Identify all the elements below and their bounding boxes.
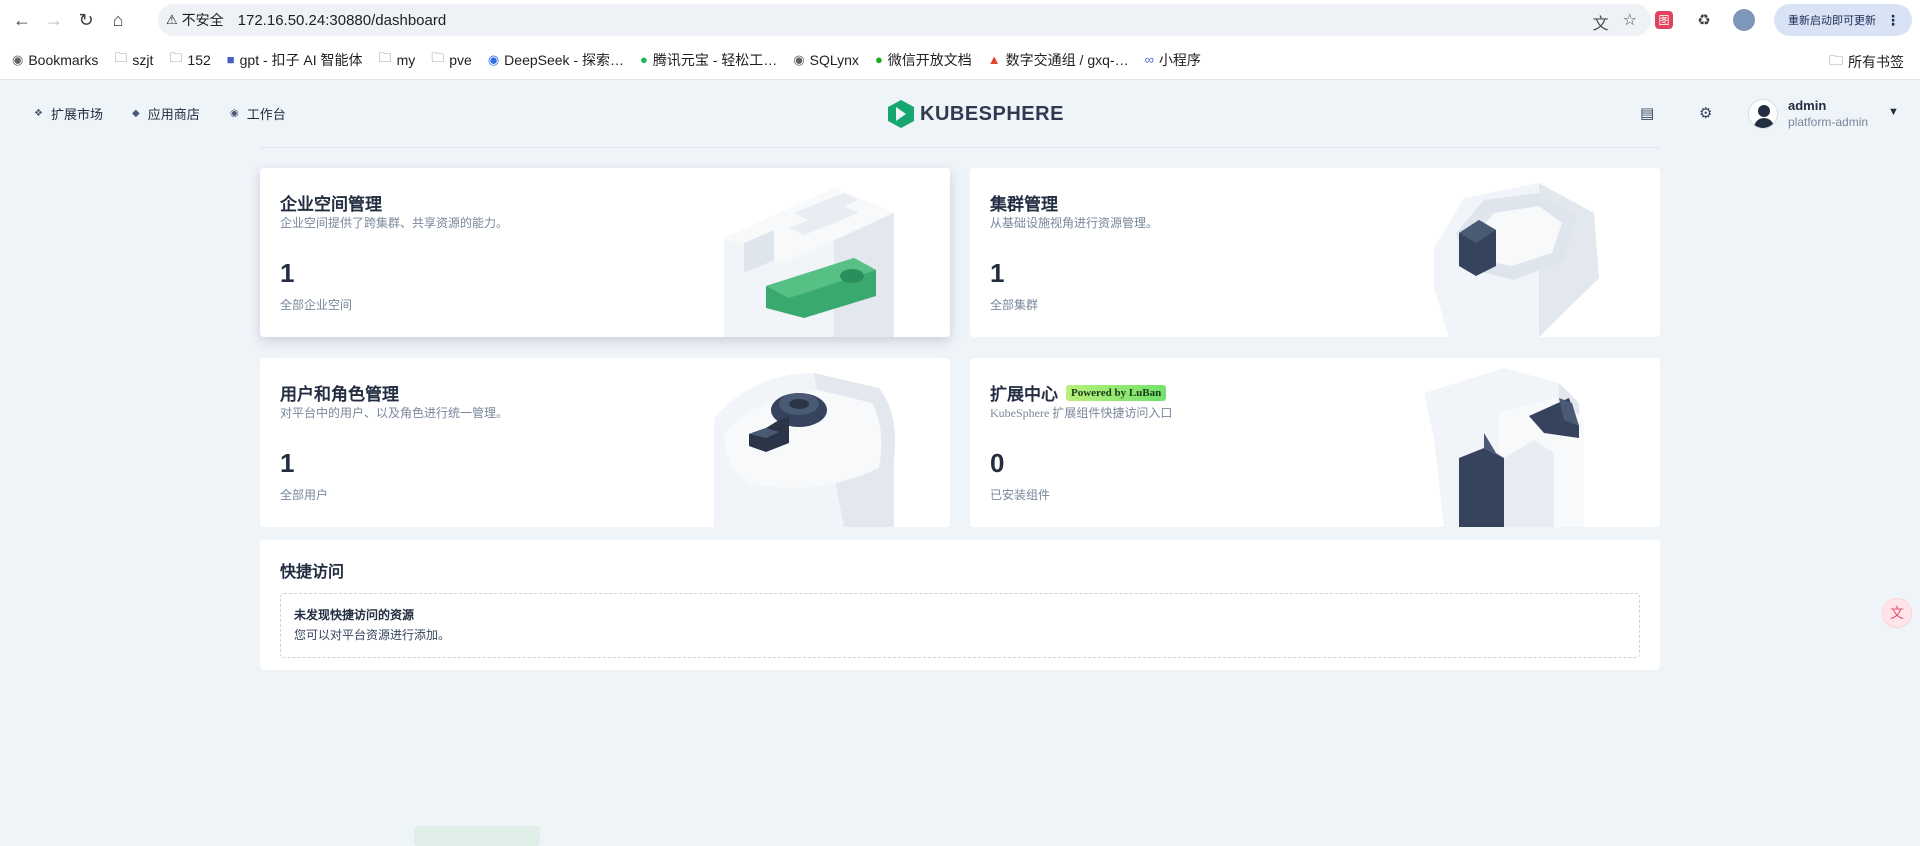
bookmark-item[interactable]: ■ gpt - 扣子 AI 智能体 <box>227 50 363 70</box>
home-icon[interactable]: ⌂ <box>104 6 132 34</box>
extensions-puzzle-icon[interactable]: ♻ <box>1692 8 1716 32</box>
workspace-management-card[interactable]: 企业空间管理 企业空间提供了跨集群、共享资源的能力。 1 全部企业空间 <box>260 168 950 337</box>
folder-icon: 🗀 <box>431 49 445 65</box>
card-description: 从基础设施视角进行资源管理。 <box>990 216 1159 230</box>
insecure-label: 不安全 <box>181 12 224 28</box>
faded-toast <box>414 826 540 846</box>
translate-icon[interactable]: 文 <box>1593 10 1609 34</box>
empty-description: 您可以对平台资源进行添加。 <box>294 628 451 642</box>
user-count: 1 <box>280 448 295 478</box>
user-menu[interactable]: admin platform-admin <box>1748 98 1868 129</box>
bookmark-folder[interactable]: 🗀 szjt <box>114 49 153 71</box>
profile-icon[interactable] <box>1732 8 1756 32</box>
bookmark-item[interactable]: ∞ 小程序 <box>1145 50 1201 70</box>
bookmark-item[interactable]: ● 微信开放文档 <box>875 50 972 70</box>
nav-workbench[interactable]: ◉ 工作台 <box>230 104 286 123</box>
nav-app-store[interactable]: ◆ 应用商店 <box>132 104 200 123</box>
address-bar[interactable]: ⚠ 不安全 172.16.50.24:30880/dashboard 文 ☆ <box>158 4 1651 36</box>
folder-icon: 🗀 <box>378 49 392 65</box>
extension-count: 0 <box>990 448 1005 478</box>
forward-icon[interactable]: → <box>40 6 68 34</box>
user-role-management-card[interactable]: 用户和角色管理 对平台中的用户、以及角色进行统一管理。 1 全部用户 <box>260 358 950 527</box>
gitlab-icon: ▲ <box>987 52 1001 67</box>
extension-red-icon[interactable]: 图 <box>1652 8 1676 32</box>
kubesphere-logo-icon <box>888 100 914 128</box>
bookmark-folder[interactable]: 🗀 152 <box>169 49 210 71</box>
all-bookmarks[interactable]: 🗀 所有书签 <box>1829 50 1904 74</box>
cluster-count: 1 <box>990 258 1005 288</box>
update-button[interactable]: 重新启动即可更新 ⋮ <box>1774 4 1912 36</box>
folder-icon: 🗀 <box>114 49 128 65</box>
bookmark-item[interactable]: ◉ DeepSeek - 探索… <box>488 50 624 70</box>
card-description: 企业空间提供了跨集群、共享资源的能力。 <box>280 216 509 230</box>
powered-by-badge: Powered by LuBan <box>1066 384 1167 401</box>
coze-icon: ■ <box>226 52 235 67</box>
empty-title: 未发现快捷访问的资源 <box>294 608 415 622</box>
card-title-row: 扩展中心 Powered by LuBan <box>990 380 1167 405</box>
globe-icon: ◉ <box>12 51 24 67</box>
app-header: ❖ 扩展市场 ◆ 应用商店 ◉ 工作台 KUBESPHERE ▤ ⚙ admin… <box>0 80 1920 147</box>
folder-icon: 🗀 <box>1829 52 1843 68</box>
card-title: 集群管理 <box>990 195 1058 214</box>
bookmark-star-icon[interactable]: ☆ <box>1623 10 1637 34</box>
back-icon[interactable]: ← <box>8 6 36 34</box>
bookmarks-bar: ◉ Bookmarks 🗀 szjt 🗀 152 ■ gpt - 扣子 AI 智能体 🗀… <box>0 40 1920 80</box>
browser-toolbar: ← → ↻ ⌂ ⚠ 不安全 172.16.50.24:30880/dashboa… <box>0 0 1920 40</box>
user-role: platform-admin <box>1788 115 1869 129</box>
card-description: 对平台中的用户、以及角色进行统一管理。 <box>280 406 509 420</box>
warning-icon: ⚠ <box>166 12 178 27</box>
header-divider <box>260 147 1660 148</box>
extension-center-card[interactable]: 扩展中心 Powered by LuBan KubeSphere 扩展组件快捷访… <box>970 358 1660 527</box>
reload-icon[interactable]: ↻ <box>72 6 100 34</box>
quick-access-title: 快捷访问 <box>280 564 345 581</box>
quick-access-panel: 快捷访问 未发现快捷访问的资源 您可以对平台资源进行添加。 <box>260 540 1660 670</box>
card-subtitle: 全部用户 <box>280 488 329 502</box>
card-subtitle: 全部企业空间 <box>280 298 353 312</box>
translate-float-icon[interactable]: 文 <box>1882 598 1912 628</box>
app-store-icon: ◆ <box>132 108 140 119</box>
miniprogram-icon: ∞ <box>1144 52 1154 67</box>
avatar <box>1748 98 1778 129</box>
card-title: 企业空间管理 <box>280 195 382 214</box>
cluster-management-card[interactable]: 集群管理 从基础设施视角进行资源管理。 1 全部集群 <box>970 168 1660 337</box>
bookmark-folder[interactable]: 🗀 pve <box>431 49 472 71</box>
kubesphere-logo[interactable]: KUBESPHERE <box>888 100 1064 128</box>
url-text[interactable]: 172.16.50.24:30880/dashboard <box>238 12 447 29</box>
bookmark-folder[interactable]: 🗀 my <box>379 49 416 71</box>
extension-illustration-icon <box>1424 368 1584 527</box>
card-subtitle: 全部集群 <box>990 298 1039 312</box>
workspace-count: 1 <box>280 258 295 288</box>
cluster-illustration-icon <box>1434 183 1599 337</box>
folder-icon: 🗀 <box>169 49 183 65</box>
settings-gear-icon[interactable]: ⚙ <box>1699 104 1712 122</box>
more-vert-icon: ⋮ <box>1886 11 1900 28</box>
toolbox-icon[interactable]: ▤ <box>1640 104 1654 122</box>
wechat-icon: ● <box>874 52 883 67</box>
bookmark-item[interactable]: ◉ Bookmarks <box>12 52 98 68</box>
user-illustration-icon <box>714 373 895 527</box>
bookmark-item[interactable]: ● 腾讯元宝 - 轻松工… <box>640 50 777 70</box>
globe-icon: ◉ <box>793 51 805 67</box>
quick-access-empty[interactable]: 未发现快捷访问的资源 您可以对平台资源进行添加。 <box>280 593 1640 658</box>
yuanbao-icon: ● <box>640 52 648 67</box>
update-label: 重新启动即可更新 <box>1788 15 1876 27</box>
card-title: 扩展中心 <box>990 385 1058 404</box>
deepseek-icon: ◉ <box>487 51 500 67</box>
card-description: KubeSphere 扩展组件快捷访问入口 <box>990 406 1173 420</box>
card-title: 用户和角色管理 <box>280 385 399 404</box>
workbench-icon: ◉ <box>230 108 239 119</box>
security-indicator[interactable]: ⚠ 不安全 <box>166 10 224 30</box>
bookmark-item[interactable]: ◉ SQLynx <box>793 52 859 68</box>
nav-extensions-market[interactable]: ❖ 扩展市场 <box>34 104 103 123</box>
extension-market-icon: ❖ <box>34 108 43 119</box>
user-name: admin <box>1788 98 1827 113</box>
caret-down-icon[interactable]: ▼ <box>1888 106 1899 118</box>
card-subtitle: 已安装组件 <box>990 488 1051 502</box>
bookmark-item[interactable]: ▲ 数字交通组 / gxq-… <box>988 50 1129 70</box>
workspace-illustration-icon <box>724 188 894 337</box>
